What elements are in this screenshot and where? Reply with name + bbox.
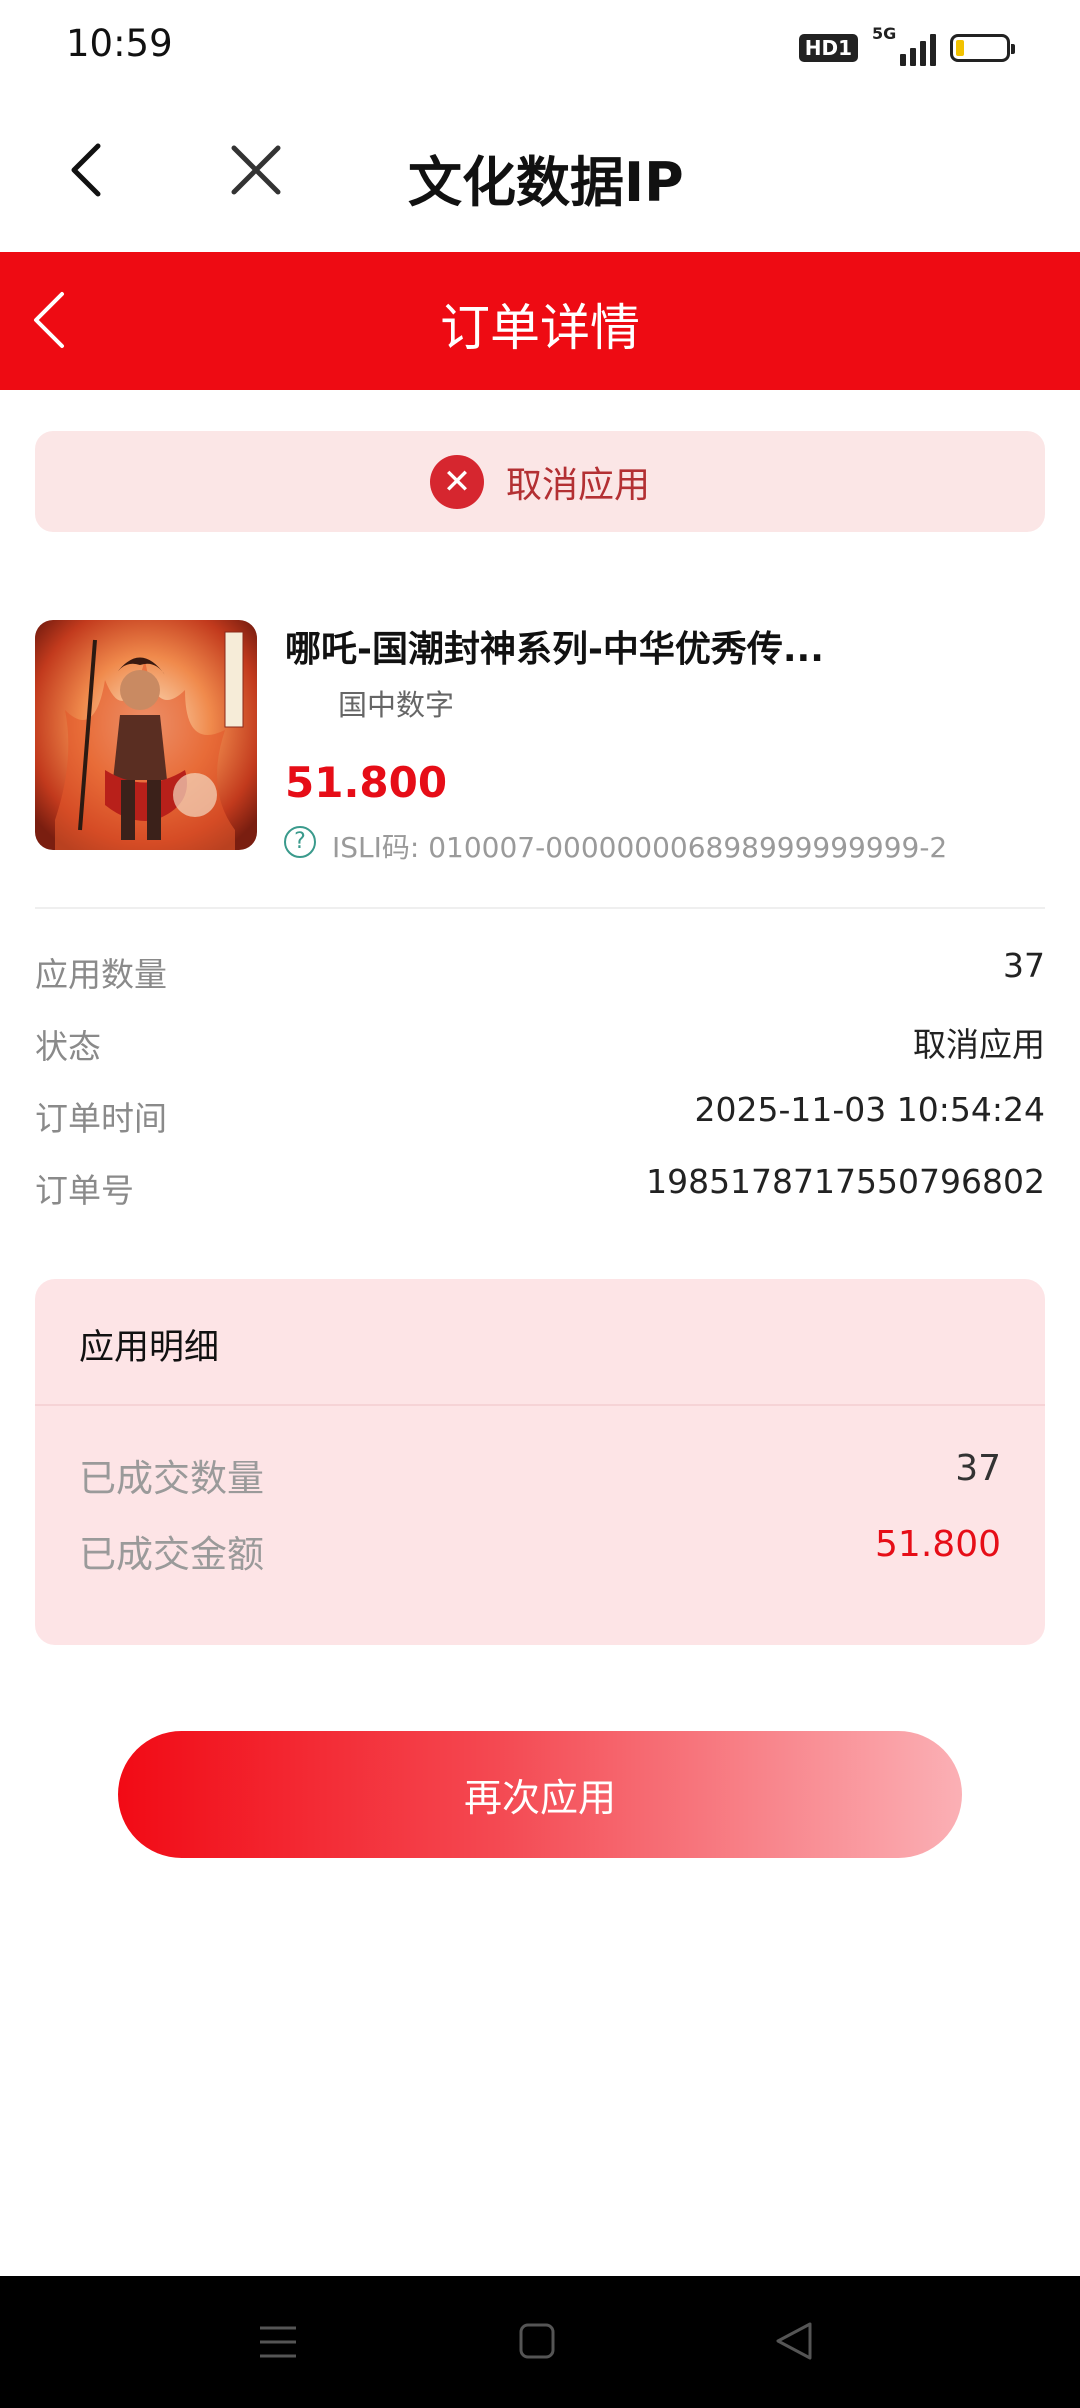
reapply-button[interactable]: 再次应用: [118, 1731, 962, 1858]
status-bar: 10:59 HD1 5G: [0, 0, 1080, 96]
back-arrow-icon[interactable]: [60, 140, 120, 200]
product-name[interactable]: 哪吒-国潮封神系列-中华优秀传...: [285, 620, 1045, 672]
system-nav-bar: [0, 2276, 1080, 2408]
info-value: 37: [1003, 946, 1045, 985]
application-detail-card: 应用明细 已成交数量 37 已成交金额 51.800: [35, 1279, 1045, 1645]
info-row-order-time: 订单时间 2025-11-03 10:54:24: [35, 1086, 1045, 1142]
home-icon[interactable]: [518, 2322, 556, 2360]
info-row-status: 状态 取消应用: [35, 1014, 1045, 1070]
detail-value: 37: [955, 1448, 1001, 1489]
product-image[interactable]: [35, 620, 257, 850]
nav-back-icon[interactable]: [774, 2320, 814, 2362]
network-type: 5G: [872, 24, 897, 43]
detail-label: 已成交金额: [79, 1533, 264, 1576]
isli-code: ISLI码: 010007-000000006898999999999-2: [332, 831, 948, 864]
card-divider: [35, 1404, 1045, 1406]
info-label: 状态: [35, 1027, 101, 1066]
product-issuer: 国中数字: [338, 688, 455, 722]
detail-value: 51.800: [875, 1524, 1001, 1565]
status-time: 10:59: [66, 22, 173, 65]
info-label: 订单号: [35, 1171, 134, 1210]
status-icons: HD1 5G: [798, 24, 1015, 68]
product-price: 51.800: [285, 758, 448, 807]
close-icon[interactable]: [226, 140, 286, 200]
info-value: 2025-11-03 10:54:24: [694, 1090, 1045, 1129]
order-status-banner: ✕ 取消应用: [35, 431, 1045, 532]
close-circle-icon: ✕: [429, 455, 484, 509]
info-label: 订单时间: [35, 1099, 167, 1138]
signal-5g-icon: 5G: [872, 24, 936, 66]
detail-row-amount: 已成交金额 51.800: [79, 1520, 1001, 1576]
info-label: 应用数量: [35, 955, 167, 994]
battery-icon: [950, 34, 1015, 62]
hd-icon: HD1: [798, 34, 858, 62]
detail-label: 已成交数量: [79, 1457, 264, 1500]
info-row-order-number: 订单号 1985178717550796802: [35, 1158, 1045, 1214]
info-value: 取消应用: [913, 1025, 1045, 1064]
page-title: 订单详情: [440, 299, 640, 357]
page-header: 订单详情: [0, 252, 1080, 390]
info-row-quantity: 应用数量 37: [35, 942, 1045, 998]
browser-title: 文化数据IP: [408, 151, 684, 214]
detail-row-quantity: 已成交数量 37: [79, 1444, 1001, 1500]
info-value[interactable]: 1985178717550796802: [646, 1162, 1045, 1201]
divider: [35, 907, 1045, 909]
menu-icon[interactable]: [258, 2322, 298, 2362]
question-circle-icon[interactable]: ?: [284, 826, 316, 858]
browser-title-bar: 文化数据IP: [0, 96, 1080, 252]
card-title: 应用明细: [79, 1328, 220, 1368]
order-status-text: 取消应用: [505, 465, 650, 506]
